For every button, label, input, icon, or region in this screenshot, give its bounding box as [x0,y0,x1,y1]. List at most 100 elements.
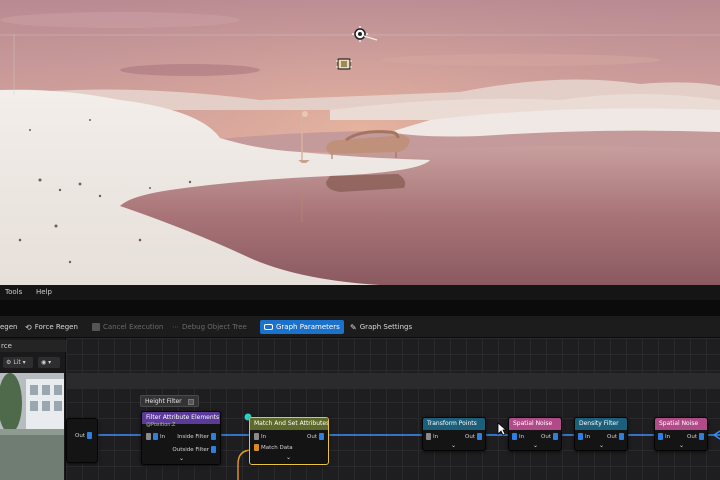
pin-out-label: Out [687,433,697,440]
pin-outside-label: Outside Filter [172,446,209,453]
pin-out-label: Out [541,433,551,440]
force-regen-icon: ⟲ [25,322,32,332]
pin-match-data[interactable]: Match Data [254,444,293,451]
pin-out[interactable]: Out [75,432,92,439]
node-title: Density Filter [575,418,627,430]
pin-inside-filter[interactable]: Inside Filter [177,433,216,440]
pin-out-socket[interactable] [477,433,482,440]
preview-panel: rce ⚙ Lit ▾ ◉ ▾ [0,338,66,480]
graph-settings-icon: ✎ [350,322,357,332]
pin-out[interactable]: Out [541,433,558,440]
node-transform-points[interactable]: Transform Points In Out ⌄ [422,417,486,451]
comment-height-filter[interactable]: Height Filter [140,395,199,407]
pin-out-label: Out [465,433,475,440]
chevron-down-icon: ▾ [22,359,26,366]
node-title: Spatial Noise [509,418,561,430]
chevron-down-icon[interactable]: ⌄ [679,442,684,449]
pin-in[interactable]: In [146,433,165,440]
pin-out[interactable]: Out [687,433,704,440]
debug-object-tree-label: Debug Object Tree [182,323,247,331]
pin-match-socket[interactable] [254,444,259,451]
node-spatial-noise-2[interactable]: Spatial Noise In Out ⌄ [654,417,708,451]
comment-color-icon [187,398,194,405]
lit-mode-label: Lit [13,359,21,366]
node-density-filter[interactable]: Density Filter In Out ⌄ [574,417,628,451]
node-title: Transform Points [423,418,485,430]
debug-tree-icon: ⋯ [172,323,179,331]
stop-icon [92,323,100,331]
lit-mode-dropdown[interactable]: ⚙ Lit ▾ [3,357,33,368]
menu-tools[interactable]: Tools [5,288,22,296]
cancel-execution-label: Cancel Execution [103,323,164,331]
regen-label: egen [0,323,18,331]
force-regen-button[interactable]: ⟲ Force Regen [25,320,78,334]
node-filter-attribute-elements[interactable]: Filter Attribute Elements @Position.Z In… [141,411,221,465]
pin-in[interactable]: In [578,433,590,440]
pin-in-label: In [585,433,591,440]
pcg-toolbar: egen ⟲ Force Regen Cancel Execution ⋯ De… [0,316,720,338]
pin-out[interactable]: Out [607,433,624,440]
graph-settings-label: Graph Settings [359,323,413,331]
chevron-down-icon[interactable]: ⌄ [451,442,456,449]
pin-in-socket-blue[interactable] [153,433,158,440]
graph-settings-button[interactable]: ✎ Graph Settings [350,320,412,334]
menu-bar: Tools Help [0,285,720,300]
pin-out[interactable]: Out [307,433,324,440]
node-title: Spatial Noise [655,418,707,430]
graph-parameters-label: Graph Parameters [276,323,340,331]
editor-window: Tools Help egen ⟲ Force Regen Cancel Exe… [0,0,720,480]
comment-text: Height Filter [145,398,182,405]
chevron-down-icon[interactable]: ⌄ [286,454,291,461]
graph-parameters-icon [264,324,273,330]
pin-out-socket[interactable] [86,432,92,439]
pin-out[interactable]: Out [465,433,482,440]
pin-in-label: In [519,433,525,440]
pin-outside-filter[interactable]: Outside Filter [172,446,216,453]
pin-out-socket[interactable] [619,433,624,440]
chevron-down-icon: ▾ [48,359,52,366]
pin-inside-label: Inside Filter [177,433,209,440]
regen-button[interactable]: egen [0,320,18,334]
reflection-capture-icon[interactable] [335,56,353,72]
pin-match-label: Match Data [261,444,293,451]
pin-out-label: Out [75,432,85,439]
pin-in-socket[interactable] [146,433,151,440]
pin-in-label: In [160,433,166,440]
preview-image [0,373,64,480]
chevron-down-icon[interactable]: ⌄ [599,442,604,449]
pin-in-socket[interactable] [426,433,431,440]
pin-in[interactable]: In [512,433,524,440]
pin-in-label: In [665,433,671,440]
pin-in-label: In [433,433,439,440]
debug-object-tree-button[interactable]: ⋯ Debug Object Tree [172,320,247,334]
node-input-stub[interactable]: Out [66,418,98,463]
pin-out-socket[interactable] [699,433,704,440]
pcg-graph-editor[interactable]: Height Filter Out Filter Attribute Eleme… [66,338,720,480]
chevron-down-icon[interactable]: ⌄ [533,442,538,449]
pin-inside-socket[interactable] [211,433,216,440]
pin-in-socket[interactable] [578,433,583,440]
eye-icon: ◉ [41,359,47,366]
pin-outside-socket[interactable] [211,446,216,453]
level-viewport[interactable] [0,0,720,285]
chevron-down-icon[interactable]: ⌄ [179,455,184,462]
menu-help[interactable]: Help [36,288,52,296]
pin-out-socket[interactable] [553,433,558,440]
pin-in-socket[interactable] [254,433,259,440]
pin-in[interactable]: In [254,433,266,440]
node-spatial-noise-1[interactable]: Spatial Noise In Out ⌄ [508,417,562,451]
pin-in-socket[interactable] [512,433,517,440]
pin-in-socket[interactable] [658,433,663,440]
force-regen-label: Force Regen [34,323,78,331]
pin-in-label: In [261,433,267,440]
preview-panel-title: rce [0,340,66,352]
view-toggle-dropdown[interactable]: ◉ ▾ [38,357,60,368]
graph-parameters-button[interactable]: Graph Parameters [260,320,344,334]
pin-out-label: Out [307,433,317,440]
pin-out-socket[interactable] [319,433,324,440]
cancel-execution-button[interactable]: Cancel Execution [92,320,163,334]
pin-in[interactable]: In [426,433,438,440]
sun-light-icon[interactable] [352,26,378,42]
node-match-and-set-attributes[interactable]: Match And Set Attributes In Out Match Da… [249,417,329,465]
pin-in[interactable]: In [658,433,670,440]
